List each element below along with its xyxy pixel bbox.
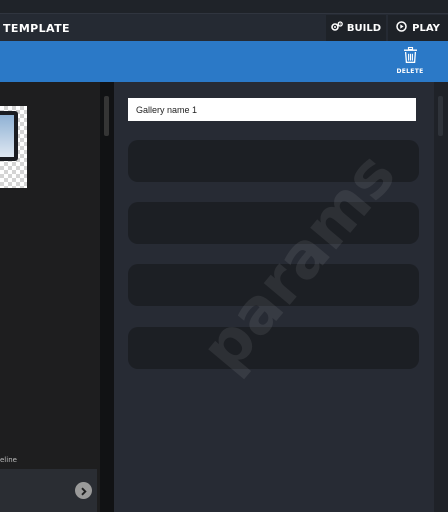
delete-label: DELETE <box>396 68 424 75</box>
top-bar: TEMPLATE BUILD PLAY <box>0 13 448 41</box>
param-field-3[interactable] <box>128 264 419 306</box>
window-top-strip <box>0 0 448 13</box>
timeline-label: eline <box>0 456 17 464</box>
next-button[interactable] <box>75 482 92 499</box>
build-label: BUILD <box>346 22 382 34</box>
param-field-1[interactable] <box>128 140 419 182</box>
action-toolbar: DELETE <box>0 41 448 82</box>
play-button[interactable]: PLAY <box>388 15 448 41</box>
timeline-bar <box>0 469 97 512</box>
tablet-screen <box>0 115 14 157</box>
play-label: PLAY <box>412 22 440 34</box>
right-scrollbar-thumb[interactable] <box>438 96 443 136</box>
param-field-2[interactable] <box>128 202 419 244</box>
tablet-image <box>0 111 18 161</box>
play-circle-icon <box>396 21 407 35</box>
image-thumbnail[interactable] <box>0 106 27 188</box>
build-button[interactable]: BUILD <box>326 15 386 41</box>
chevron-right-icon <box>79 481 88 500</box>
param-field-4[interactable] <box>128 327 419 369</box>
gallery-name-input[interactable] <box>128 98 416 121</box>
left-scrollbar[interactable] <box>100 82 114 512</box>
trash-icon <box>403 46 417 67</box>
page-title: TEMPLATE <box>3 22 70 35</box>
right-scrollbar[interactable] <box>434 82 448 512</box>
gears-icon <box>331 21 343 35</box>
left-scrollbar-thumb[interactable] <box>104 96 109 136</box>
asset-panel: eline <box>0 82 100 512</box>
delete-button[interactable]: DELETE <box>391 46 429 75</box>
